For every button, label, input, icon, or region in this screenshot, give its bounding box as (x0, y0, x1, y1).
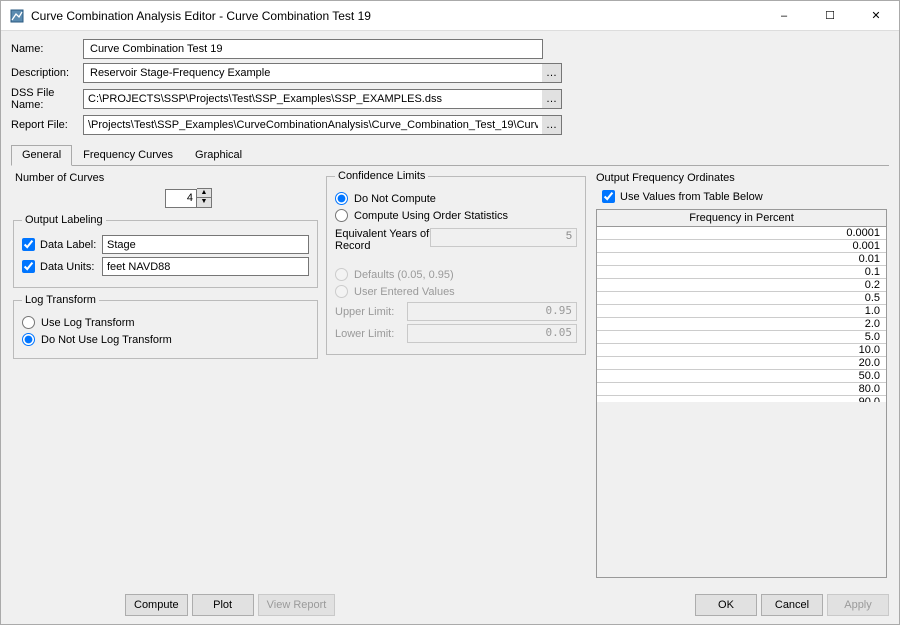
frequency-cell[interactable]: 1.0 (597, 305, 886, 318)
lower-limit-label: Lower Limit: (335, 328, 407, 340)
frequency-cell[interactable]: 0.1 (597, 266, 886, 279)
use-values-label: Use Values from Table Below (620, 191, 763, 203)
frequency-table[interactable]: Frequency in Percent 0.00010.0010.010.10… (596, 209, 887, 578)
report-file-value: \Projects\Test\SSP_Examples\CurveCombina… (88, 119, 538, 131)
compute-order-stats-label: Compute Using Order Statistics (354, 210, 508, 222)
compute-order-stats-radio[interactable] (335, 209, 348, 222)
do-not-compute-label: Do Not Compute (354, 193, 436, 205)
do-not-compute-radio[interactable] (335, 192, 348, 205)
description-browse-button[interactable]: … (542, 63, 562, 83)
log-transform-legend: Log Transform (22, 294, 99, 306)
frequency-table-header: Frequency in Percent (597, 210, 886, 227)
maximize-button[interactable]: ☐ (807, 1, 853, 30)
description-input[interactable] (88, 66, 538, 80)
data-label-input[interactable] (102, 235, 309, 254)
number-of-curves-input[interactable] (165, 189, 197, 208)
upper-limit-field: 0.95 (407, 302, 577, 321)
frequency-cell[interactable]: 10.0 (597, 344, 886, 357)
description-label: Description: (11, 67, 83, 79)
output-labeling-group: Output Labeling Data Label: Data Units: (13, 214, 318, 288)
log-transform-group: Log Transform Use Log Transform Do Not U… (13, 294, 318, 359)
apply-button: Apply (827, 594, 889, 616)
output-labeling-legend: Output Labeling (22, 214, 106, 226)
frequency-cell[interactable]: 0.0001 (597, 227, 886, 240)
data-units-input[interactable] (102, 257, 309, 276)
frequency-table-empty-area (597, 402, 886, 577)
use-log-label: Use Log Transform (41, 317, 135, 329)
frequency-cell[interactable]: 50.0 (597, 370, 886, 383)
number-of-curves-spinner[interactable]: ▲ ▼ (165, 188, 212, 208)
app-icon (9, 8, 25, 24)
close-icon: ✕ (871, 9, 880, 22)
frequency-cell[interactable]: 0.01 (597, 253, 886, 266)
frequency-cell[interactable]: 0.2 (597, 279, 886, 292)
report-browse-button[interactable]: … (542, 115, 562, 135)
description-input-wrap (83, 63, 543, 83)
defaults-label: Defaults (0.05, 0.95) (354, 269, 454, 281)
frequency-cell[interactable]: 2.0 (597, 318, 886, 331)
ellipsis-icon: … (546, 93, 557, 105)
report-file-field[interactable]: \Projects\Test\SSP_Examples\CurveCombina… (83, 115, 543, 135)
compute-button[interactable]: Compute (125, 594, 188, 616)
view-report-button: View Report (258, 594, 336, 616)
user-entered-label: User Entered Values (354, 286, 455, 298)
bottom-button-bar: Compute Plot View Report OK Cancel Apply (1, 588, 899, 624)
data-units-checkbox[interactable] (22, 260, 35, 273)
cancel-button[interactable]: Cancel (761, 594, 823, 616)
spinner-up-button[interactable]: ▲ (197, 189, 211, 198)
ellipsis-icon: … (546, 67, 557, 79)
dss-browse-button[interactable]: … (542, 89, 562, 109)
use-log-radio[interactable] (22, 316, 35, 329)
do-not-use-log-radio[interactable] (22, 333, 35, 346)
frequency-table-body[interactable]: 0.00010.0010.010.10.20.51.02.05.010.020.… (597, 227, 886, 402)
name-input[interactable] (88, 42, 538, 56)
maximize-icon: ☐ (825, 9, 835, 22)
frequency-cell[interactable]: 0.5 (597, 292, 886, 305)
number-of-curves-label: Number of Curves (15, 172, 318, 184)
tab-general[interactable]: General (11, 145, 72, 166)
data-units-label: Data Units: (40, 261, 102, 273)
confidence-limits-group: Confidence Limits Do Not Compute Compute… (326, 170, 586, 355)
minimize-button[interactable]: – (761, 1, 807, 30)
equivalent-years-label: Equivalent Years of Record (335, 228, 430, 252)
tab-page-general: Number of Curves ▲ ▼ Output Labeling (11, 166, 889, 584)
frequency-cell[interactable]: 5.0 (597, 331, 886, 344)
close-button[interactable]: ✕ (853, 1, 899, 30)
tab-frequency-curves[interactable]: Frequency Curves (72, 145, 184, 166)
window-title: Curve Combination Analysis Editor - Curv… (31, 9, 761, 23)
report-file-label: Report File: (11, 119, 83, 131)
dss-file-label: DSS File Name: (11, 87, 83, 111)
defaults-radio (335, 268, 348, 281)
name-input-wrap (83, 39, 543, 59)
name-label: Name: (11, 43, 83, 55)
data-label-label: Data Label: (40, 239, 102, 251)
output-frequency-ordinates-group: Output Frequency Ordinates Use Values fr… (594, 170, 887, 584)
minimize-icon: – (781, 10, 787, 22)
lower-limit-field: 0.05 (407, 324, 577, 343)
do-not-use-log-label: Do Not Use Log Transform (41, 334, 172, 346)
titlebar[interactable]: Curve Combination Analysis Editor - Curv… (1, 1, 899, 31)
frequency-cell[interactable]: 0.001 (597, 240, 886, 253)
tab-graphical[interactable]: Graphical (184, 145, 253, 166)
data-label-checkbox[interactable] (22, 238, 35, 251)
dss-file-field[interactable]: C:\PROJECTS\SSP\Projects\Test\SSP_Exampl… (83, 89, 543, 109)
user-entered-radio (335, 285, 348, 298)
frequency-cell[interactable]: 20.0 (597, 357, 886, 370)
output-frequency-ordinates-label: Output Frequency Ordinates (596, 172, 735, 184)
ok-button[interactable]: OK (695, 594, 757, 616)
app-window: Curve Combination Analysis Editor - Curv… (0, 0, 900, 625)
confidence-limits-legend: Confidence Limits (335, 170, 428, 182)
use-values-checkbox[interactable] (602, 190, 615, 203)
ellipsis-icon: … (546, 119, 557, 131)
spinner-down-button[interactable]: ▼ (197, 198, 211, 207)
dss-file-value: C:\PROJECTS\SSP\Projects\Test\SSP_Exampl… (88, 93, 442, 105)
frequency-cell[interactable]: 80.0 (597, 383, 886, 396)
equivalent-years-field: 5 (430, 228, 577, 247)
tabstrip: General Frequency Curves Graphical (11, 145, 889, 166)
upper-limit-label: Upper Limit: (335, 306, 407, 318)
plot-button[interactable]: Plot (192, 594, 254, 616)
